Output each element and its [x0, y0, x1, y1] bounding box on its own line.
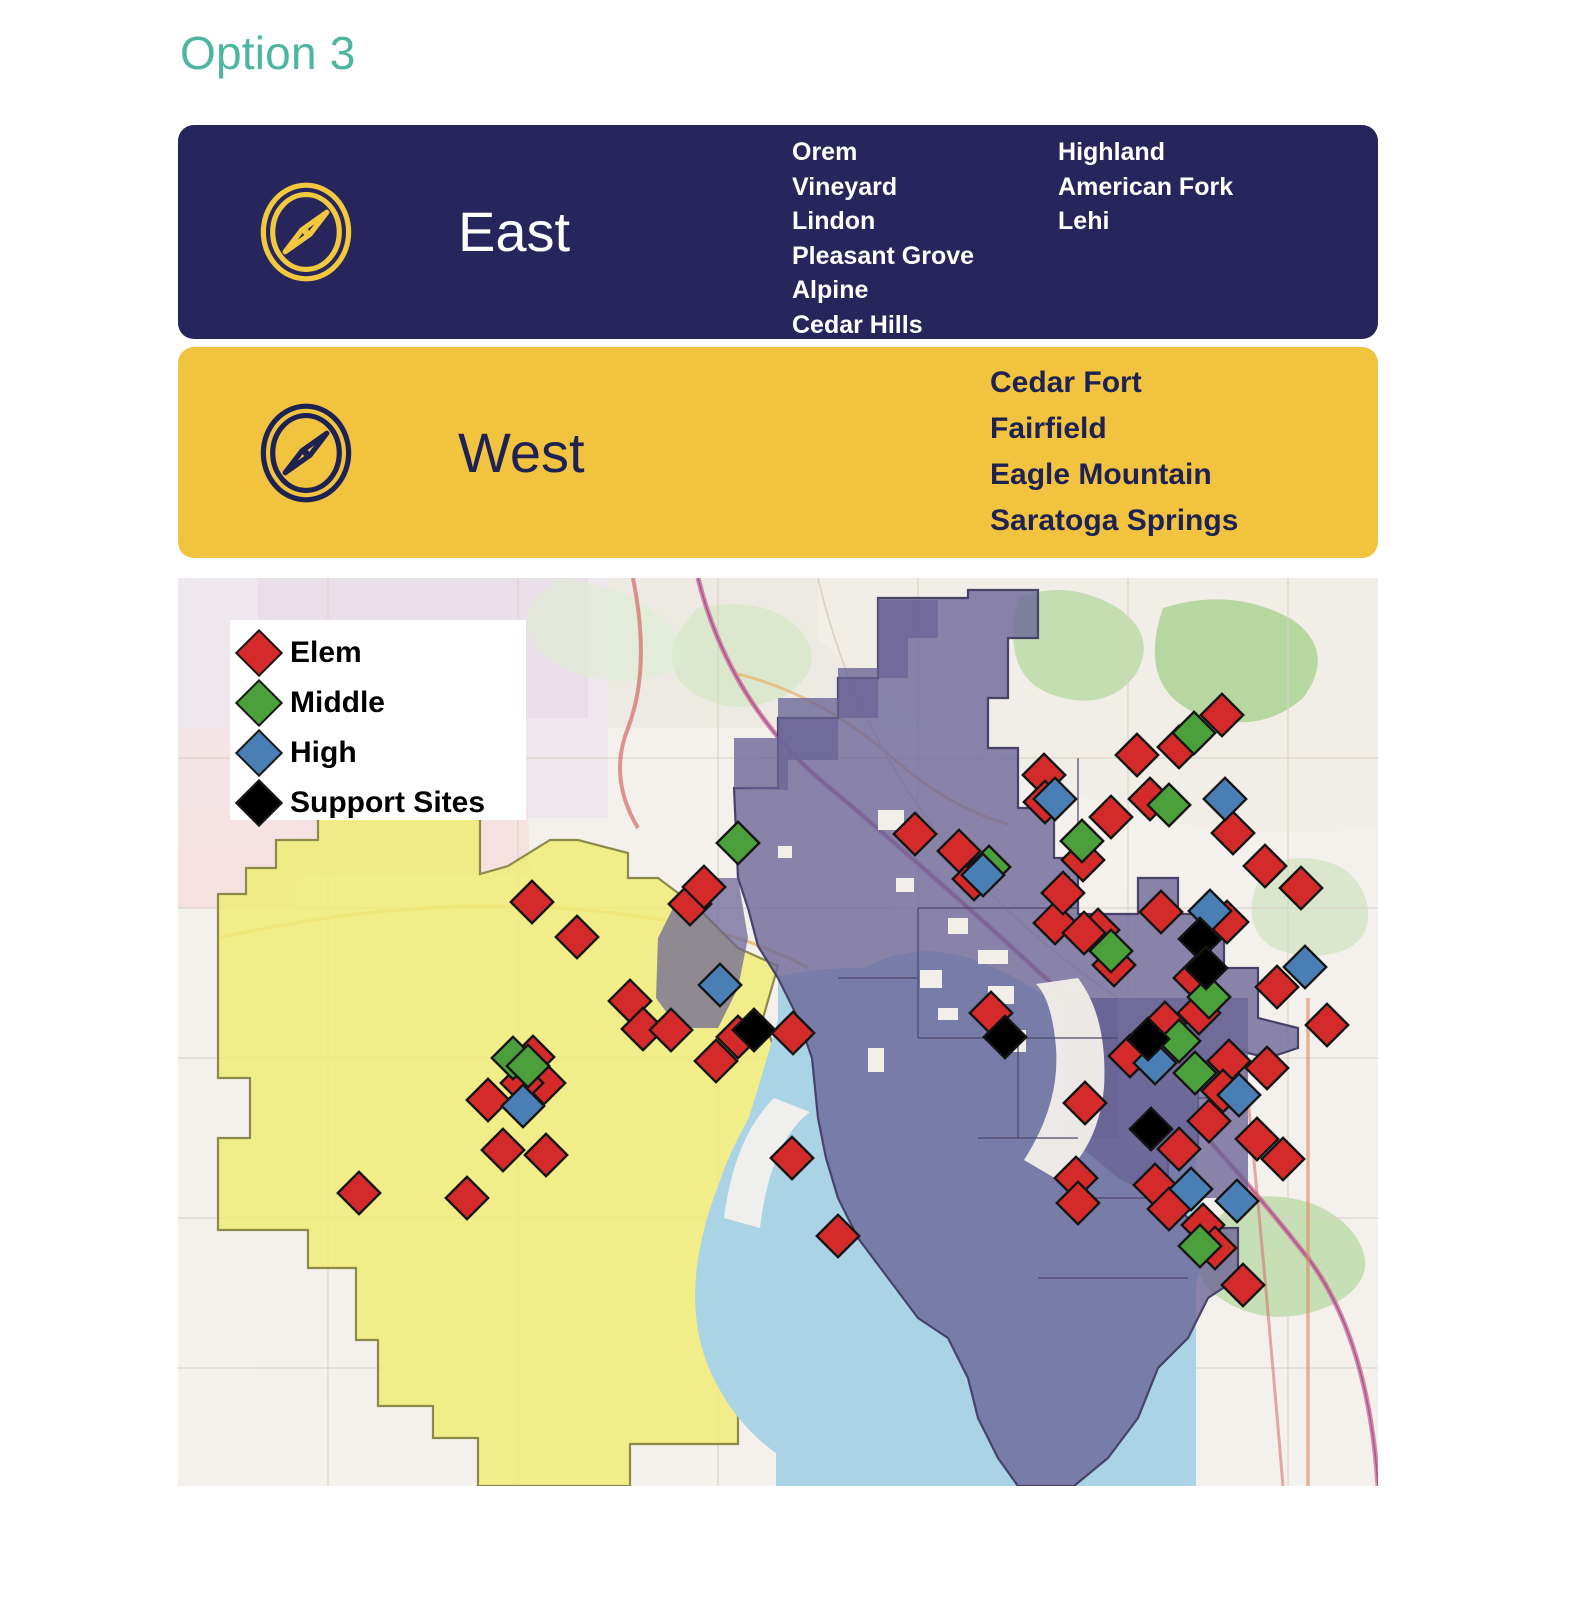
city-item: Vineyard	[792, 172, 898, 201]
legend-label: Middle	[290, 686, 385, 719]
support-sites-marker-icon	[234, 778, 284, 828]
city-column: Highland American Fork Lehi	[1058, 135, 1233, 342]
page-title: Option 3	[180, 27, 356, 79]
legend-label: Elem	[290, 636, 362, 669]
city-item: Cedar Fort	[990, 366, 1142, 399]
legend-item-high: High	[230, 728, 526, 778]
city-item: Eagle Mountain	[990, 458, 1212, 491]
city-item: Orem	[792, 138, 858, 166]
compass-icon	[254, 401, 358, 505]
legend-item-elem: Elem	[230, 628, 526, 678]
city-column: Cedar Fort Fairfield Eagle Mountain Sara…	[990, 360, 1238, 544]
district-map[interactable]: Elem Middle High Support Sites	[178, 578, 1378, 1486]
high-marker-icon	[234, 728, 284, 778]
region-city-list-east: Orem Vineyard Lindon Pleasant Grove Alpi…	[792, 135, 1233, 342]
elem-marker-icon	[234, 628, 284, 678]
legend-item-support: Support Sites	[230, 778, 526, 828]
city-column: Orem Vineyard Lindon Pleasant Grove Alpi…	[792, 135, 974, 342]
compass-icon	[254, 180, 358, 284]
city-item: Alpine	[792, 276, 869, 304]
legend-label: High	[290, 736, 357, 769]
region-banner-west: West Cedar Fort Fairfield Eagle Mountain…	[178, 347, 1378, 558]
city-item: Highland	[1058, 138, 1165, 166]
city-item: Lehi	[1058, 207, 1110, 235]
region-banner-east: East Orem Vineyard Lindon Pleasant Grove…	[178, 125, 1378, 339]
legend-label: Support Sites	[290, 786, 486, 819]
city-item: Pleasant Grove	[792, 241, 975, 270]
middle-marker-icon	[234, 678, 284, 728]
city-item: American Fork	[1058, 172, 1234, 201]
map-legend: Elem Middle High Support Sites	[230, 620, 526, 828]
city-item: Saratoga Springs	[990, 504, 1239, 537]
region-name-east: East	[458, 200, 571, 263]
region-name-west: West	[458, 420, 585, 484]
city-item: Lindon	[792, 207, 876, 235]
city-item: Fairfield	[990, 412, 1107, 445]
city-item: Cedar Hills	[792, 310, 923, 339]
region-city-list-west: Cedar Fort Fairfield Eagle Mountain Sara…	[990, 360, 1238, 544]
legend-item-middle: Middle	[230, 678, 526, 728]
